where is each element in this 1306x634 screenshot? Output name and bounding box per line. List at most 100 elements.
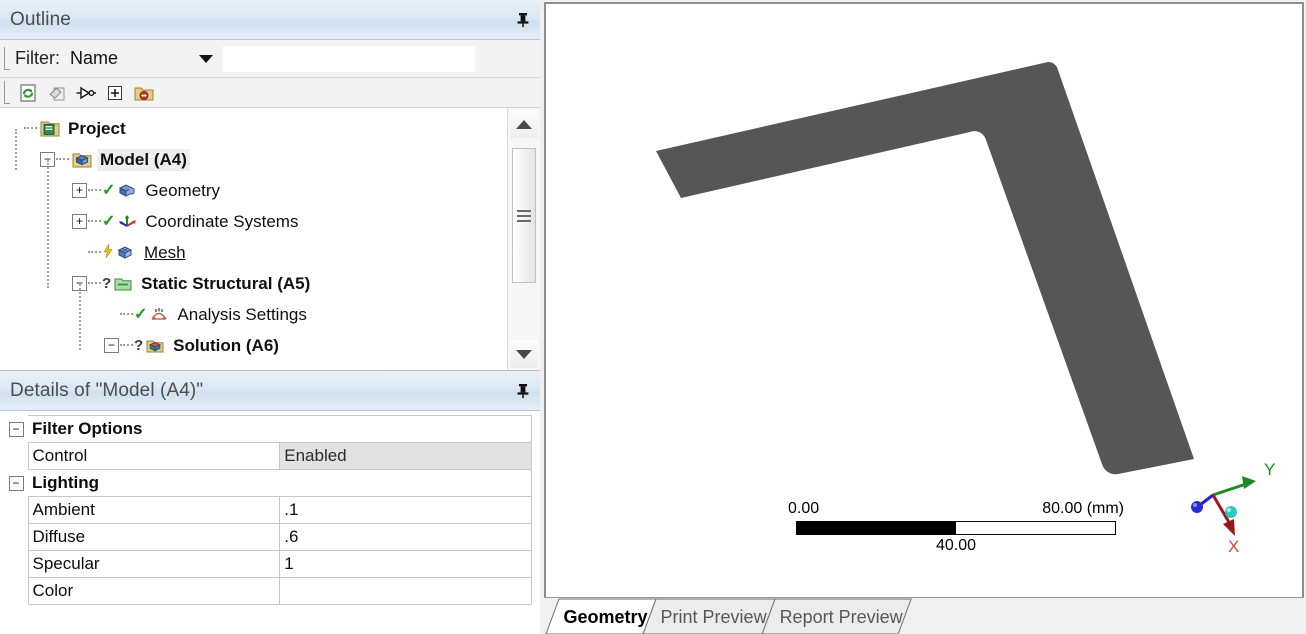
tree-guide-line bbox=[88, 282, 101, 285]
scale-legend: 0.00 80.00 (mm) 40.00 bbox=[786, 500, 1126, 555]
analysis-folder-icon bbox=[112, 273, 134, 295]
tree-item-static-structural-a5[interactable]: −? Static Structural (A5) bbox=[0, 268, 507, 299]
tree-expander[interactable]: + bbox=[72, 214, 87, 229]
origin-ball bbox=[1225, 506, 1237, 518]
viewport-column: 0.00 80.00 (mm) 40.00 Y X Geometry Print… bbox=[540, 0, 1306, 634]
scale-min-label: 0.00 bbox=[788, 500, 820, 517]
chevron-down-icon bbox=[199, 54, 213, 63]
tree-item-label: Mesh bbox=[144, 242, 186, 262]
tree-vertical-scrollbar[interactable] bbox=[507, 108, 540, 370]
details-group-row[interactable]: − Filter Options bbox=[4, 415, 532, 443]
outline-toolbar bbox=[0, 78, 540, 108]
toolbar-grip-2[interactable] bbox=[4, 81, 10, 104]
scale-bar-light-half bbox=[956, 522, 1115, 534]
details-property-row[interactable]: Specular 1 bbox=[4, 550, 532, 578]
details-panel-titlebar: Details of "Model (A4)" bbox=[0, 371, 540, 411]
scroll-up-arrow[interactable] bbox=[510, 110, 538, 138]
details-row-indent bbox=[4, 497, 28, 524]
tree-item-analysis-settings[interactable]: ✓ Analysis Settings bbox=[0, 299, 507, 330]
tree-item-label: Analysis Settings bbox=[177, 304, 307, 324]
mesh-cube-icon bbox=[115, 242, 137, 264]
tree-item-coordinate-systems[interactable]: + ✓ Coordinate Systems bbox=[0, 206, 507, 237]
details-property-row[interactable]: Color bbox=[4, 577, 532, 605]
plus-box-icon[interactable] bbox=[102, 81, 128, 105]
outline-tree: Project − Model (A4) + ✓ Geometry + ✓ Coordinate… bbox=[0, 108, 507, 370]
tree-item-mesh[interactable]: Mesh bbox=[0, 237, 507, 268]
solution-cube-icon bbox=[144, 335, 166, 357]
details-property-row[interactable]: Control Enabled bbox=[4, 442, 532, 470]
tree-item-label: Solution (A6) bbox=[173, 335, 279, 355]
viewport-tab-print-preview[interactable]: Print Preview bbox=[642, 598, 776, 634]
viewport-tabs: Geometry Print Preview Report Preview bbox=[544, 597, 1304, 634]
viewport-tab-label: Report Preview bbox=[780, 607, 904, 627]
probe-icon[interactable] bbox=[73, 81, 99, 105]
tree-item-project[interactable]: Project bbox=[0, 113, 507, 144]
details-grid: − Filter Options Control Enabled − Lighting Am… bbox=[0, 411, 540, 634]
details-row-indent bbox=[4, 524, 28, 551]
viewport-tabs-svg[interactable]: Geometry Print Preview Report Preview bbox=[544, 598, 1304, 634]
details-property-row[interactable]: Ambient .1 bbox=[4, 496, 532, 524]
toolbar-grip[interactable] bbox=[4, 47, 10, 70]
details-row-indent bbox=[4, 443, 28, 470]
refresh-page-icon[interactable] bbox=[15, 81, 41, 105]
tree-expander[interactable]: − bbox=[104, 338, 119, 353]
tree-item-model-a4[interactable]: − Model (A4) bbox=[0, 144, 507, 175]
tree-item-solution-a6[interactable]: −? Solution (A6) bbox=[0, 330, 507, 361]
viewport-tab-geometry[interactable]: Geometry bbox=[545, 598, 657, 634]
details-property-value[interactable] bbox=[279, 577, 532, 605]
y-axis-label: Y bbox=[1264, 462, 1275, 479]
details-property-value[interactable]: Enabled bbox=[279, 442, 532, 470]
tree-guide-line bbox=[56, 158, 69, 161]
filter-type-value: Name bbox=[70, 48, 119, 68]
model-cube-icon bbox=[71, 149, 93, 171]
tree-expander[interactable]: + bbox=[72, 183, 87, 198]
tree-guide-vline bbox=[15, 129, 17, 170]
z-axis-ball bbox=[1191, 493, 1214, 513]
details-group-label: Lighting bbox=[28, 469, 532, 497]
tree-guide-line bbox=[120, 344, 133, 347]
details-panel-title: Details of "Model (A4)" bbox=[10, 379, 204, 401]
scale-bar bbox=[796, 521, 1116, 535]
axis-triad-widget[interactable]: Y X bbox=[1178, 460, 1288, 557]
graphics-viewport[interactable]: 0.00 80.00 (mm) 40.00 Y X bbox=[544, 2, 1304, 597]
tree-item-geometry[interactable]: + ✓ Geometry bbox=[0, 175, 507, 206]
scale-max-label: 80.00 (mm) bbox=[1042, 500, 1124, 517]
geometry-blocks-icon bbox=[116, 180, 138, 202]
eraser-icon[interactable] bbox=[44, 81, 70, 105]
details-property-value[interactable]: 1 bbox=[279, 550, 532, 578]
details-group-row[interactable]: − Lighting bbox=[4, 469, 532, 497]
pin-icon[interactable] bbox=[512, 9, 534, 31]
tree-item-label: Project bbox=[68, 118, 126, 138]
status-question-icon: ? bbox=[102, 275, 112, 292]
details-panel: Details of "Model (A4)" − Filter Options C… bbox=[0, 371, 540, 634]
details-group-expander[interactable]: − bbox=[4, 470, 28, 497]
folder-minus-icon[interactable] bbox=[131, 81, 157, 105]
details-property-value[interactable]: .6 bbox=[279, 523, 532, 551]
pin-icon-details[interactable] bbox=[512, 380, 534, 402]
scrollbar-thumb[interactable] bbox=[512, 148, 536, 283]
status-check-icon: ✓ bbox=[134, 305, 148, 323]
viewport-tab-label: Geometry bbox=[564, 607, 648, 627]
filter-type-select[interactable]: Name bbox=[68, 43, 223, 74]
filter-search-input[interactable] bbox=[223, 45, 475, 72]
y-axis-arrow bbox=[1212, 476, 1256, 497]
tree-item-label: Geometry bbox=[145, 180, 221, 200]
tree-item-label: Coordinate Systems bbox=[145, 211, 299, 231]
outline-tree-container: Project − Model (A4) + ✓ Geometry + ✓ Coordinate… bbox=[0, 108, 540, 371]
details-property-name: Ambient bbox=[27, 496, 281, 524]
scale-bar-dark-half bbox=[797, 522, 956, 534]
tree-item-label: Model (A4) bbox=[97, 148, 190, 171]
tree-guide-line bbox=[24, 127, 37, 130]
details-property-value[interactable]: .1 bbox=[279, 496, 532, 524]
details-property-name: Control bbox=[27, 442, 281, 470]
viewport-tab-label: Print Preview bbox=[661, 607, 768, 627]
scroll-down-arrow[interactable] bbox=[510, 340, 538, 368]
viewport-tab-report-preview[interactable]: Report Preview bbox=[761, 598, 912, 634]
tree-guide-vline bbox=[79, 284, 81, 350]
details-group-expander[interactable]: − bbox=[4, 416, 28, 443]
details-property-row[interactable]: Diffuse .6 bbox=[4, 523, 532, 551]
details-row-indent bbox=[4, 551, 28, 578]
details-property-name: Diffuse bbox=[27, 523, 281, 551]
tree-guide-line bbox=[88, 189, 101, 192]
status-question-icon: ? bbox=[134, 337, 144, 354]
